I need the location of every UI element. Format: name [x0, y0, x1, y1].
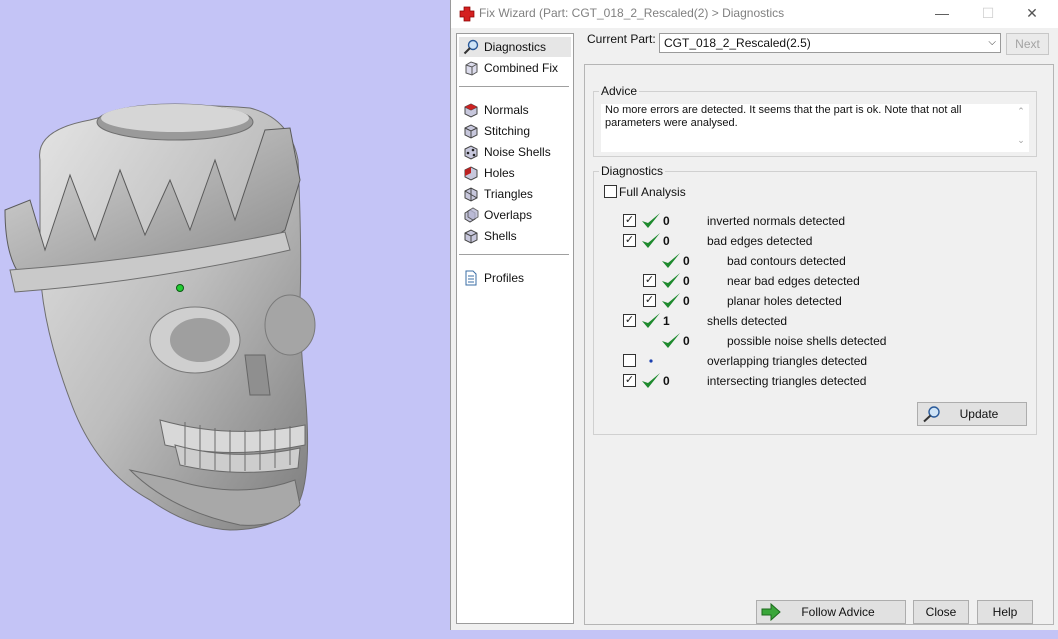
current-part-value: CGT_018_2_Rescaled(2.5): [664, 36, 811, 50]
app-cross-icon: [459, 6, 475, 22]
green-check-icon: [642, 213, 660, 228]
green-arrow-icon: [761, 603, 781, 621]
sidebar-item-stitching[interactable]: Stitching: [459, 121, 571, 141]
title-bar[interactable]: Fix Wizard (Part: CGT_018_2_Rescaled(2) …: [451, 0, 1058, 28]
green-check-icon: [662, 293, 680, 308]
green-check-icon: [662, 333, 680, 348]
sidebar-item-label: Holes: [484, 166, 515, 180]
green-check-icon: [662, 253, 680, 268]
magnifier-icon: [463, 39, 479, 55]
window-title: Fix Wizard (Part: CGT_018_2_Rescaled(2) …: [479, 6, 785, 20]
intersecting-triangles-checkbox[interactable]: ✓: [623, 374, 636, 387]
sidebar-item-label: Normals: [484, 103, 529, 117]
pending-dot-icon: [649, 359, 653, 363]
green-check-icon: [642, 233, 660, 248]
diag-count: 0: [683, 274, 690, 288]
cube-icon: [465, 61, 478, 76]
shells-checkbox[interactable]: ✓: [623, 314, 636, 327]
close-button[interactable]: Close: [913, 600, 969, 624]
sidebar-item-profiles[interactable]: Profiles: [459, 268, 571, 288]
overlaps-icon: [464, 207, 479, 223]
noise-shells-icon: [464, 145, 478, 160]
advice-textbox[interactable]: No more errors are detected. It seems th…: [601, 104, 1029, 152]
diag-label: shells detected: [707, 314, 788, 328]
document-icon: [465, 270, 477, 286]
diag-label: bad contours detected: [727, 254, 846, 268]
diag-count: 0: [683, 254, 690, 268]
sidebar-item-label: Overlaps: [484, 208, 533, 222]
fix-wizard-dialog: Fix Wizard (Part: CGT_018_2_Rescaled(2) …: [450, 0, 1058, 630]
diag-label: overlapping triangles detected: [707, 354, 868, 368]
diag-label: bad edges detected: [707, 234, 813, 248]
holes-icon: [464, 166, 478, 181]
sidebar-item-overlaps[interactable]: Overlaps: [459, 205, 571, 225]
near-bad-edges-checkbox[interactable]: ✓: [643, 274, 656, 287]
diag-count: 1: [663, 314, 670, 328]
sidebar-item-diagnostics[interactable]: Diagnostics: [459, 37, 571, 57]
normals-icon: [464, 103, 478, 118]
sidebar-item-triangles[interactable]: Triangles: [459, 184, 571, 204]
update-button[interactable]: Update: [917, 402, 1027, 426]
sidebar-item-normals[interactable]: Normals: [459, 100, 571, 120]
help-button[interactable]: Help: [977, 600, 1033, 624]
sidebar-item-label: Noise Shells: [484, 145, 551, 159]
diag-label: intersecting triangles detected: [707, 374, 867, 388]
full-analysis-checkbox[interactable]: [604, 185, 617, 198]
next-button[interactable]: Next: [1006, 33, 1049, 55]
chevron-down-icon: ⌵: [988, 37, 996, 48]
sidebar-item-label: Profiles: [484, 271, 525, 285]
sidebar-item-label: Triangles: [484, 187, 533, 201]
diag-count: 0: [663, 374, 670, 388]
shells-icon: [464, 229, 478, 244]
diag-label: possible noise shells detected: [727, 334, 887, 348]
advice-scrollbar[interactable]: ⌃ ⌄: [1013, 104, 1029, 152]
overlapping-triangles-checkbox[interactable]: [623, 354, 636, 367]
update-label: Update: [959, 407, 999, 421]
diag-count: 0: [663, 234, 670, 248]
sidebar-item-noise-shells[interactable]: Noise Shells: [459, 142, 571, 162]
diag-count: 0: [683, 294, 690, 308]
scroll-up-icon: ⌃: [1017, 106, 1025, 116]
sidebar-item-holes[interactable]: Holes: [459, 163, 571, 183]
follow-advice-label: Follow Advice: [801, 605, 875, 619]
follow-advice-button[interactable]: Follow Advice: [756, 600, 906, 624]
diagnostics-title: Diagnostics: [599, 164, 666, 178]
planar-holes-checkbox[interactable]: ✓: [643, 294, 656, 307]
sidebar-item-label: Shells: [484, 229, 517, 243]
maximize-button[interactable]: ☐: [965, 0, 1011, 28]
diag-label: planar holes detected: [727, 294, 842, 308]
stitching-icon: [464, 124, 478, 139]
diag-count: 0: [683, 334, 690, 348]
sidebar-item-label: Diagnostics: [484, 40, 547, 54]
triangles-icon: [464, 187, 478, 202]
advice-title: Advice: [599, 84, 640, 98]
sidebar-item-label: Combined Fix: [484, 61, 559, 75]
bad-edges-checkbox[interactable]: ✓: [623, 234, 636, 247]
advice-text: No more errors are detected. It seems th…: [605, 104, 962, 129]
wizard-sidebar: Diagnostics Combined Fix Normals Stitchi…: [456, 33, 574, 624]
sidebar-divider: [459, 86, 569, 87]
diag-label: inverted normals detected: [707, 214, 846, 228]
magnifier-icon: [923, 406, 940, 423]
scroll-down-icon: ⌄: [1017, 135, 1025, 145]
sidebar-item-combined-fix[interactable]: Combined Fix: [459, 58, 571, 78]
minimize-button[interactable]: —: [919, 0, 965, 28]
close-window-button[interactable]: ✕: [1009, 0, 1055, 28]
green-check-icon: [642, 313, 660, 328]
current-part-select[interactable]: CGT_018_2_Rescaled(2.5) ⌵: [659, 33, 1001, 53]
3d-viewport[interactable]: [0, 0, 450, 639]
skull-model: [4, 103, 316, 531]
green-check-icon: [662, 273, 680, 288]
full-analysis-label: Full Analysis: [619, 185, 686, 199]
green-check-icon: [642, 373, 660, 388]
current-part-label: Current Part:: [587, 32, 656, 46]
sidebar-item-shells[interactable]: Shells: [459, 226, 571, 246]
diag-label: near bad edges detected: [727, 274, 860, 288]
diag-count: 0: [663, 214, 670, 228]
inverted-normals-checkbox[interactable]: ✓: [623, 214, 636, 227]
sidebar-item-label: Stitching: [484, 124, 531, 138]
sidebar-divider: [459, 254, 569, 255]
